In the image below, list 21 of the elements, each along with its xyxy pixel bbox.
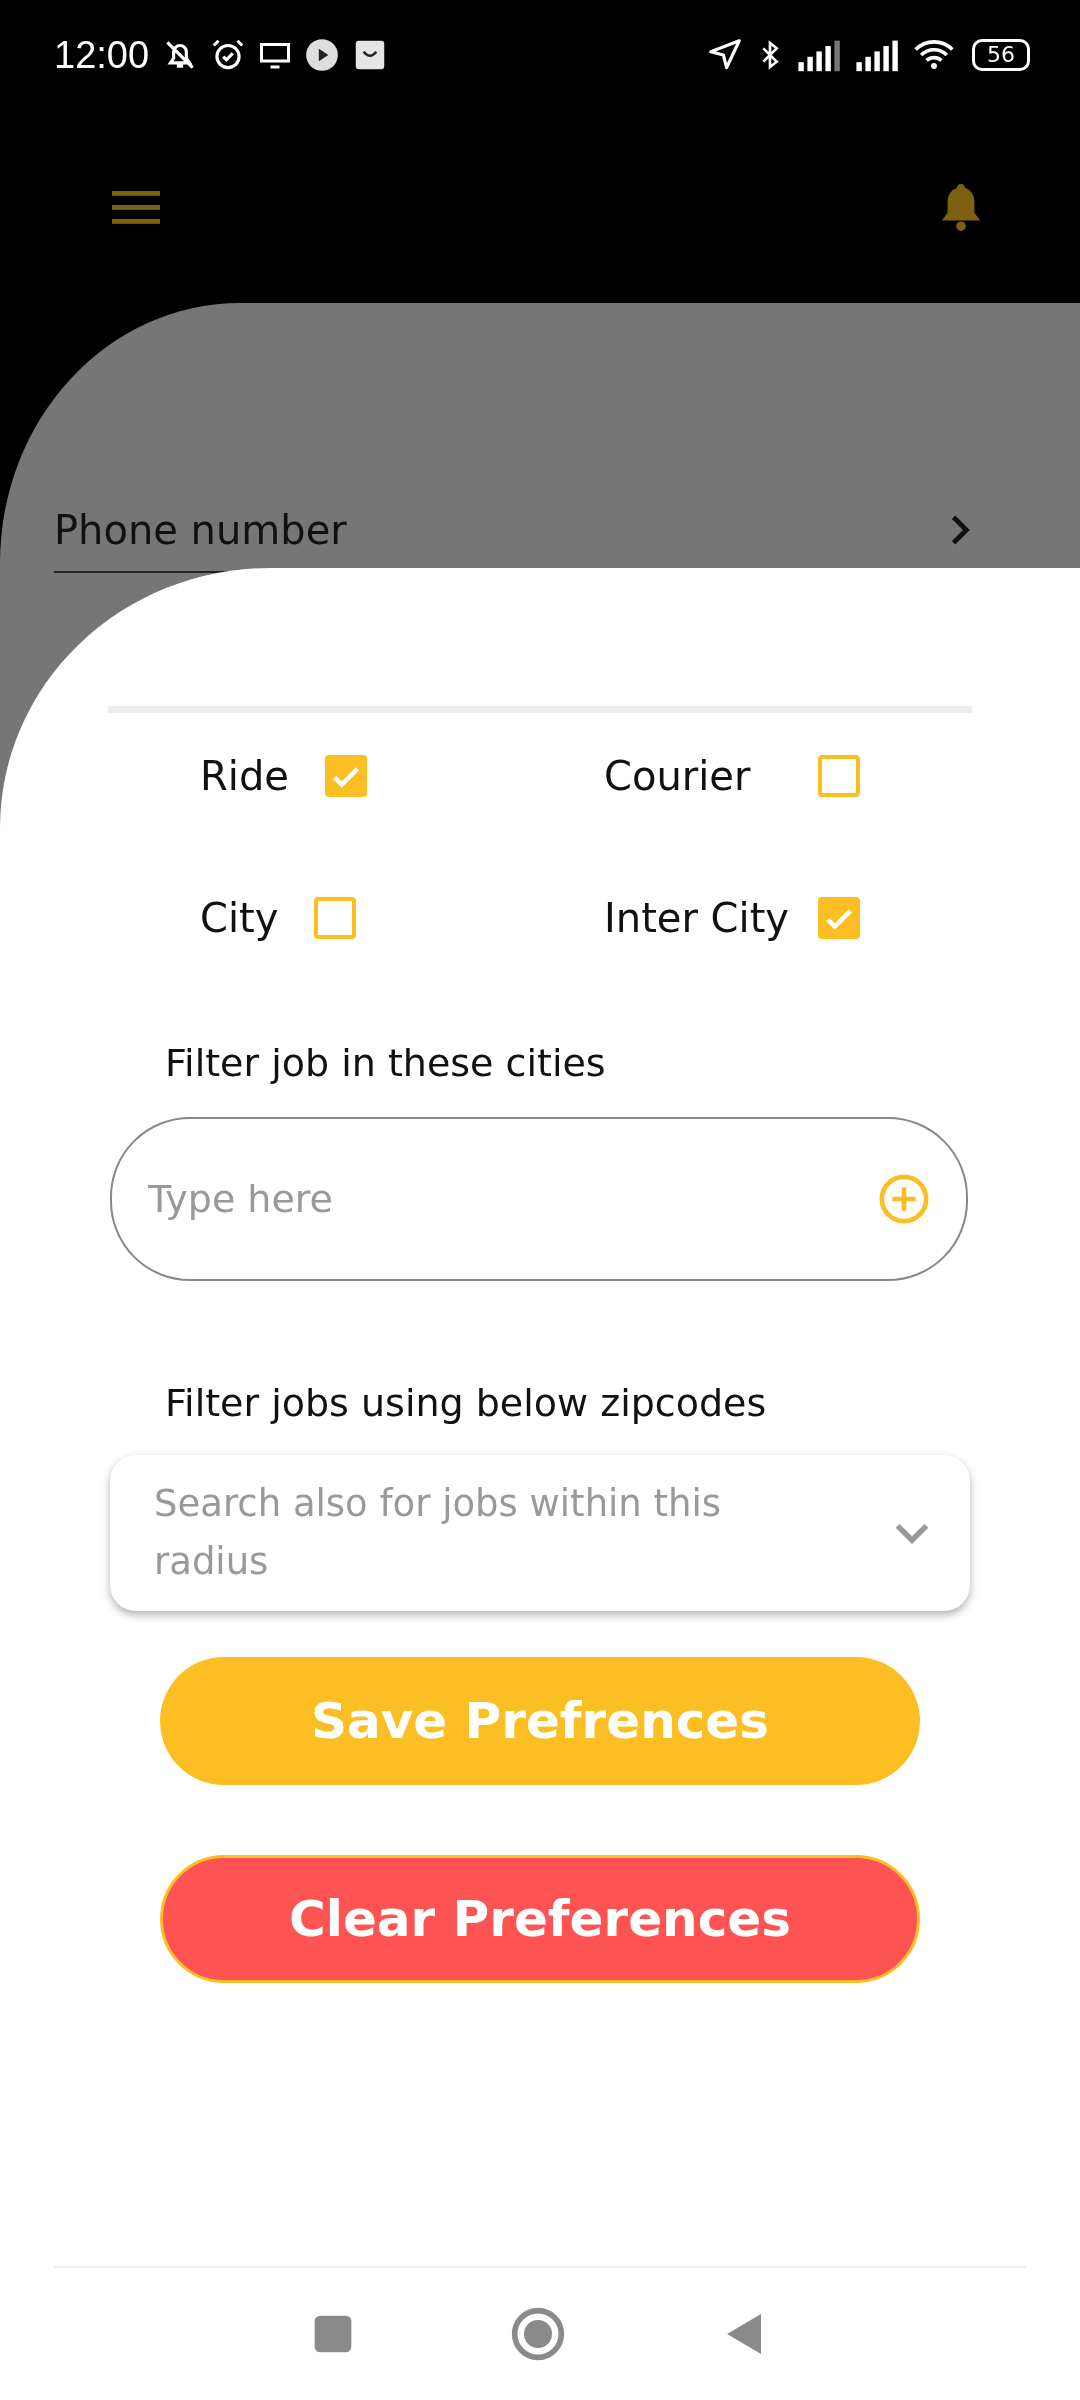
checkbox[interactable]	[818, 897, 860, 939]
checkbox[interactable]	[324, 755, 367, 797]
option-label: City	[200, 895, 279, 941]
save-button[interactable]: Save Prefrences	[160, 1657, 920, 1785]
status-time: 12:00	[54, 33, 150, 77]
battery-indicator: 56	[972, 39, 1030, 71]
field-label: Filter jobs using below zipcodes	[165, 1381, 768, 1425]
chevron-down-icon	[894, 1522, 930, 1544]
home-circle-icon[interactable]	[510, 2306, 566, 2362]
city-input-field[interactable]: Type here	[146, 1176, 876, 1222]
clear-button[interactable]: Clear Preferences	[160, 1855, 920, 1983]
checkbox[interactable]	[314, 897, 357, 939]
option-label: Courier	[604, 753, 752, 799]
option-label: Ride	[200, 753, 289, 799]
option-label: Inter City	[604, 895, 790, 941]
list-item-label[interactable]: Phone number	[54, 507, 347, 553]
chevron-right-icon	[950, 514, 970, 546]
menu-icon[interactable]	[110, 188, 162, 225]
field-label: Filter job in these cities	[165, 1041, 607, 1085]
radius-dropdown[interactable]: Search also for jobs within this radius	[110, 1455, 970, 1611]
checkbox[interactable]	[818, 755, 860, 797]
